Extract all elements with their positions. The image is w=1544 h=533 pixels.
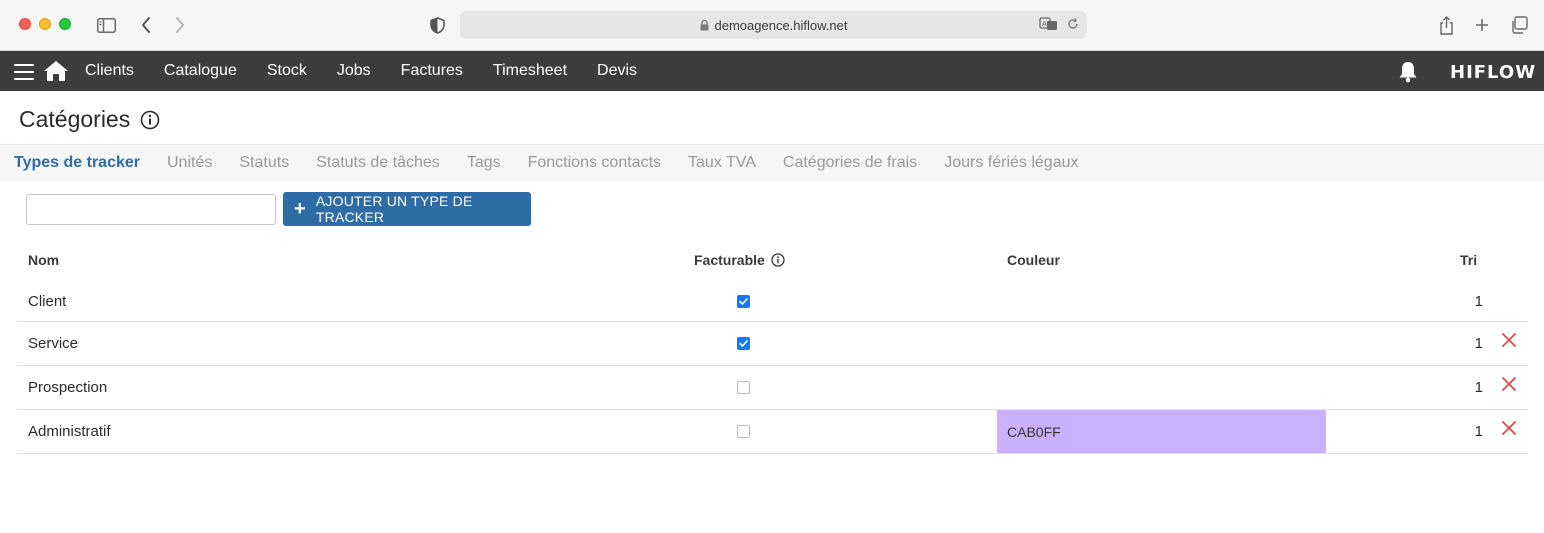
tracker-types-table: Nom Facturable Couleur Tri Client 1 Serv…: [17, 240, 1528, 454]
url-text: demoagence.hiflow.net: [714, 17, 848, 33]
tab-types-de-tracker[interactable]: Types de tracker: [14, 154, 140, 172]
nav-item-jobs[interactable]: Jobs: [337, 62, 371, 80]
tab-categories-de-frais[interactable]: Catégories de frais: [783, 154, 917, 172]
main-navbar: Clients Catalogue Stock Jobs Factures Ti…: [0, 51, 1544, 91]
tab-fonctions-contacts[interactable]: Fonctions contacts: [528, 154, 661, 172]
search-input[interactable]: [26, 194, 276, 225]
table-row[interactable]: Prospection 1: [17, 366, 1528, 410]
maximize-window-button[interactable]: [59, 18, 71, 30]
nav-item-clients[interactable]: Clients: [85, 62, 134, 80]
address-bar[interactable]: demoagence.hiflow.net A: [460, 11, 1087, 39]
notifications-bell-icon[interactable]: [1398, 61, 1418, 88]
sort-value: 1: [1474, 423, 1483, 440]
close-window-button[interactable]: [19, 18, 31, 30]
row-name: Prospection: [28, 379, 108, 396]
nav-item-devis[interactable]: Devis: [597, 62, 637, 80]
column-header-sort[interactable]: Tri: [1460, 252, 1477, 268]
add-tracker-type-label: AJOUTER UN TYPE DE TRACKER: [315, 193, 473, 225]
menu-icon[interactable]: [14, 64, 34, 80]
delete-icon[interactable]: [1502, 421, 1516, 439]
billable-checkbox[interactable]: [737, 337, 750, 350]
info-icon[interactable]: [771, 253, 785, 267]
row-name: Client: [28, 293, 67, 310]
delete-icon[interactable]: [1502, 333, 1516, 351]
lock-icon: [700, 19, 709, 31]
category-tabs: Types de tracker Unités Statuts Statuts …: [0, 144, 1544, 181]
forward-icon[interactable]: [173, 12, 187, 38]
add-tracker-type-button[interactable]: + AJOUTER UN TYPE DE TRACKER: [283, 192, 531, 226]
plus-icon: +: [294, 198, 306, 220]
column-header-billable[interactable]: Facturable: [694, 252, 785, 268]
minimize-window-button[interactable]: [39, 18, 51, 30]
translate-icon[interactable]: A: [1039, 17, 1059, 34]
sidebar-toggle-icon[interactable]: [96, 12, 116, 38]
info-icon[interactable]: [140, 110, 160, 130]
tab-taux-tva[interactable]: Taux TVA: [688, 154, 756, 172]
tab-unites[interactable]: Unités: [167, 154, 212, 172]
page-header: Catégories: [19, 106, 160, 133]
color-swatch[interactable]: CAB0FF: [997, 410, 1326, 453]
billable-checkbox[interactable]: [737, 295, 750, 308]
hiflow-logo[interactable]: HIFLOW: [1450, 62, 1536, 83]
row-name: Administratif: [28, 423, 111, 440]
reload-icon[interactable]: [1067, 18, 1079, 33]
sort-value: 1: [1474, 379, 1483, 396]
nav-item-factures[interactable]: Factures: [401, 62, 463, 80]
column-header-color[interactable]: Couleur: [1007, 252, 1060, 268]
page-title: Catégories: [19, 106, 131, 132]
tab-jours-feries-legaux[interactable]: Jours fériés légaux: [944, 154, 1078, 172]
browser-toolbar: demoagence.hiflow.net A: [0, 0, 1544, 51]
table-header: Nom Facturable Couleur Tri: [17, 240, 1528, 280]
table-row[interactable]: Client 1: [17, 280, 1528, 322]
nav-item-timesheet[interactable]: Timesheet: [493, 62, 567, 80]
tab-statuts-de-taches[interactable]: Statuts de tâches: [316, 154, 440, 172]
color-value: CAB0FF: [1007, 423, 1061, 440]
billable-checkbox[interactable]: [737, 381, 750, 394]
back-icon[interactable]: [139, 12, 153, 38]
home-icon[interactable]: [43, 60, 69, 87]
sort-value: 1: [1474, 293, 1483, 310]
column-header-billable-label: Facturable: [694, 252, 765, 268]
column-header-name[interactable]: Nom: [28, 252, 59, 268]
sort-value: 1: [1474, 335, 1483, 352]
tab-tags[interactable]: Tags: [467, 154, 501, 172]
table-row[interactable]: Administratif CAB0FF 1: [17, 410, 1528, 454]
nav-item-stock[interactable]: Stock: [267, 62, 307, 80]
privacy-shield-icon[interactable]: [428, 12, 446, 38]
delete-icon[interactable]: [1502, 377, 1516, 395]
svg-text:A: A: [1042, 20, 1047, 28]
tab-statuts[interactable]: Statuts: [239, 154, 289, 172]
billable-checkbox[interactable]: [737, 425, 750, 438]
row-name: Service: [28, 335, 79, 352]
share-icon[interactable]: [1437, 12, 1455, 38]
nav-item-catalogue[interactable]: Catalogue: [164, 62, 237, 80]
new-tab-icon[interactable]: [1474, 12, 1490, 38]
tab-overview-icon[interactable]: [1509, 12, 1529, 38]
table-row[interactable]: Service 1: [17, 322, 1528, 366]
